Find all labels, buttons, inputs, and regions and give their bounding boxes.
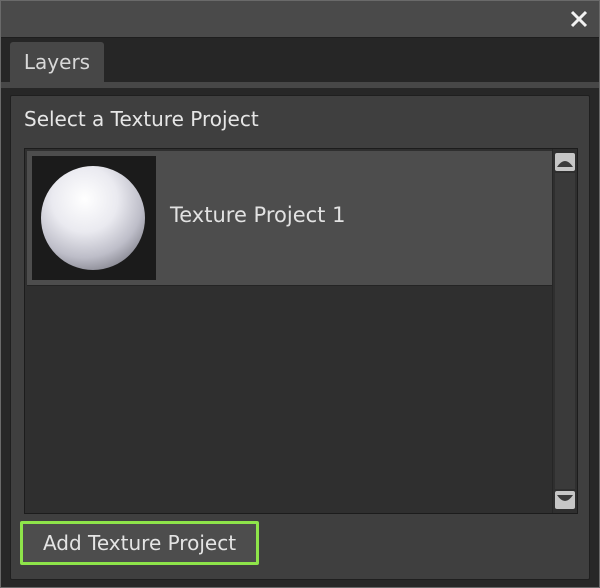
title-bar <box>1 1 599 38</box>
add-texture-project-button[interactable]: Add Texture Project <box>20 521 259 565</box>
scroll-up-button[interactable] <box>555 153 575 171</box>
thumbnail <box>32 156 156 280</box>
project-list: Texture Project 1 <box>24 148 578 514</box>
panel-heading: Select a Texture Project <box>24 107 259 131</box>
close-button[interactable] <box>569 9 589 29</box>
tab-strip: Layers <box>1 38 599 82</box>
list-scrollbar[interactable] <box>552 149 577 513</box>
scroll-down-button[interactable] <box>555 491 575 509</box>
tab-layers[interactable]: Layers <box>10 42 104 82</box>
tab-underline <box>1 82 599 88</box>
sphere-thumbnail-icon <box>41 166 145 270</box>
project-panel: Select a Texture Project Texture Project… <box>10 95 590 580</box>
project-name: Texture Project 1 <box>170 203 346 227</box>
scroll-down-icon <box>557 495 573 501</box>
scroll-up-icon <box>557 161 573 167</box>
scroll-track[interactable] <box>555 173 575 489</box>
close-icon <box>570 10 588 28</box>
texture-project-window: Layers Select a Texture Project Texture … <box>0 0 600 588</box>
list-item-texture-project-1[interactable]: Texture Project 1 <box>27 151 553 286</box>
